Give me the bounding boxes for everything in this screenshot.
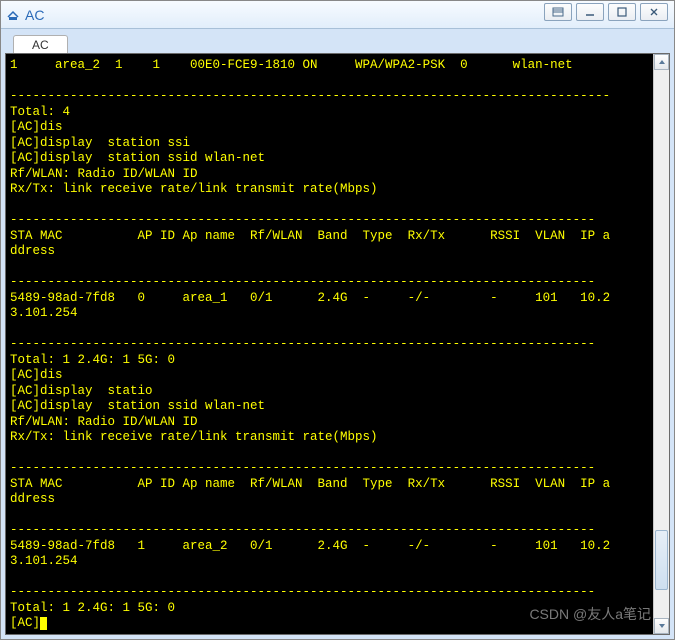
scrollbar — [653, 54, 669, 634]
tab-bar: AC — [1, 29, 674, 53]
scroll-up-button[interactable] — [654, 54, 669, 70]
settings-button[interactable] — [544, 3, 572, 21]
app-icon — [5, 7, 21, 23]
scrollbar-track[interactable] — [654, 70, 669, 618]
scroll-down-button[interactable] — [654, 618, 669, 634]
tab-ac[interactable]: AC — [13, 35, 68, 54]
window-controls — [544, 3, 668, 21]
scrollbar-thumb[interactable] — [655, 530, 668, 590]
window-title: AC — [25, 7, 44, 23]
terminal-panel: 1 area_2 1 1 00E0-FCE9-1810 ON WPA/WPA2-… — [5, 53, 670, 635]
cursor — [40, 617, 47, 630]
minimize-button[interactable] — [576, 3, 604, 21]
close-button[interactable] — [640, 3, 668, 21]
window-titlebar: AC — [1, 1, 674, 29]
terminal-output[interactable]: 1 area_2 1 1 00E0-FCE9-1810 ON WPA/WPA2-… — [6, 54, 653, 634]
maximize-button[interactable] — [608, 3, 636, 21]
